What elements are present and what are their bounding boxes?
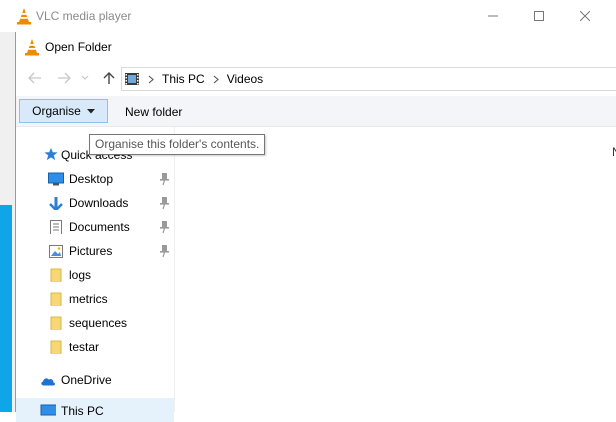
folder-icon xyxy=(50,292,62,306)
folder-icon xyxy=(50,316,62,330)
nav-label: Desktop xyxy=(69,172,114,186)
nav-label: This PC xyxy=(61,404,104,418)
organise-label: Organise xyxy=(32,104,81,118)
close-button[interactable] xyxy=(562,0,608,32)
forward-button[interactable] xyxy=(53,67,75,89)
pin-icon[interactable] xyxy=(158,244,170,258)
new-folder-button[interactable]: New folder xyxy=(125,105,182,119)
minimize-icon xyxy=(488,15,498,17)
minimize-button[interactable] xyxy=(470,0,516,32)
nav-item-testar[interactable]: testar xyxy=(16,335,174,359)
vlc-window-title: VLC media player xyxy=(36,9,132,23)
pictures-icon xyxy=(49,245,63,258)
videos-folder-icon xyxy=(125,73,139,85)
navigation-bar: This PC Videos xyxy=(16,64,616,94)
nav-label: Documents xyxy=(69,220,130,234)
column-header-partial: N xyxy=(612,145,616,159)
navigation-pane[interactable]: Quick access Desktop Downloads Documents… xyxy=(16,127,175,422)
open-folder-dialog: Open Folder This PC Videos Organise New … xyxy=(16,32,616,422)
computer-icon xyxy=(40,404,56,416)
nav-item-pictures[interactable]: Pictures xyxy=(16,239,174,263)
vlc-cone-icon xyxy=(25,39,39,56)
up-button[interactable] xyxy=(98,67,120,89)
nav-item-desktop[interactable]: Desktop xyxy=(16,167,174,191)
organise-button[interactable]: Organise xyxy=(19,99,108,123)
dialog-title: Open Folder xyxy=(45,40,112,54)
back-button[interactable] xyxy=(24,67,46,89)
folder-icon xyxy=(50,268,62,282)
recent-locations-button[interactable] xyxy=(79,67,91,89)
arrow-right-icon xyxy=(58,72,71,84)
nav-label: logs xyxy=(69,268,92,282)
document-icon xyxy=(50,220,62,234)
nav-label: OneDrive xyxy=(61,373,112,387)
breadcrumb-separator-icon xyxy=(213,75,219,83)
nav-item-logs[interactable]: logs xyxy=(16,263,174,287)
address-bar[interactable]: This PC Videos xyxy=(121,67,616,91)
breadcrumb-videos[interactable]: Videos xyxy=(227,72,263,86)
organise-tooltip: Organise this folder's contents. xyxy=(89,134,266,155)
nav-item-sequences[interactable]: sequences xyxy=(16,311,174,335)
close-icon xyxy=(580,11,590,21)
nav-label: sequences xyxy=(69,316,128,330)
pin-icon[interactable] xyxy=(158,196,170,210)
nav-label: metrics xyxy=(69,292,108,306)
nav-label: testar xyxy=(69,340,100,354)
dropdown-arrow-icon xyxy=(86,108,95,113)
nav-item-metrics[interactable]: metrics xyxy=(16,287,174,311)
pin-icon[interactable] xyxy=(158,172,170,186)
folder-icon xyxy=(50,340,62,354)
maximize-button[interactable] xyxy=(516,0,562,32)
nav-item-documents[interactable]: Documents xyxy=(16,215,174,239)
star-icon xyxy=(44,147,58,161)
command-toolbar: Organise New folder xyxy=(16,96,616,127)
nav-item-onedrive[interactable]: OneDrive xyxy=(16,368,174,392)
nav-item-this-pc[interactable]: This PC xyxy=(16,398,174,422)
breadcrumb-separator-icon xyxy=(148,75,154,83)
arrow-left-icon xyxy=(28,72,41,84)
vlc-video-area xyxy=(0,205,12,412)
breadcrumb-this-pc[interactable]: This PC xyxy=(162,72,205,86)
maximize-icon xyxy=(534,11,544,21)
desktop-icon xyxy=(48,172,64,186)
nav-item-downloads[interactable]: Downloads xyxy=(16,191,174,215)
nav-label: Downloads xyxy=(69,196,129,210)
download-icon xyxy=(49,197,63,210)
pin-icon[interactable] xyxy=(158,220,170,234)
vlc-title-bar[interactable]: VLC media player xyxy=(0,0,616,32)
vlc-cone-icon xyxy=(17,8,31,25)
chevron-down-icon xyxy=(81,75,89,80)
nav-label: Pictures xyxy=(69,244,113,258)
arrow-up-icon xyxy=(103,72,115,84)
cloud-icon xyxy=(41,378,55,386)
